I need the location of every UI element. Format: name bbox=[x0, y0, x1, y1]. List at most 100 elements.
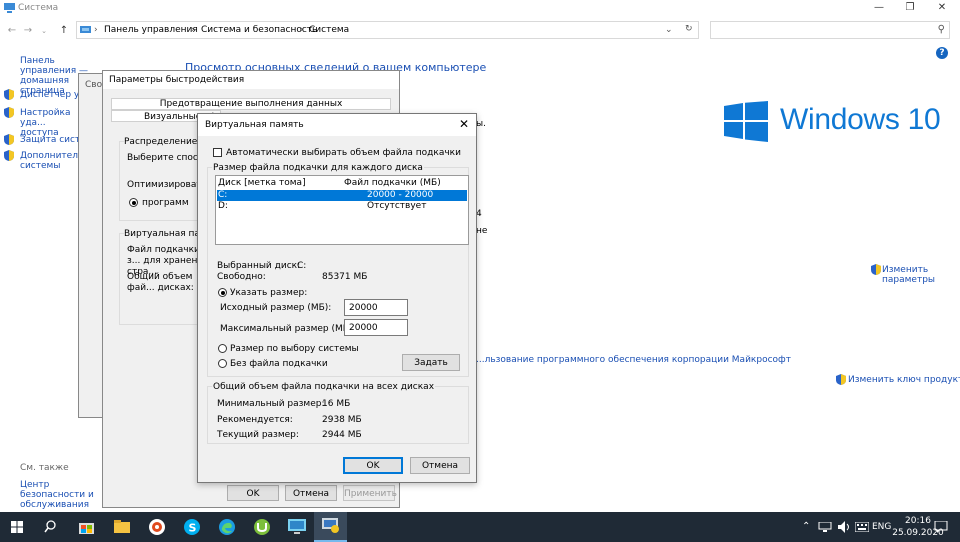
drive-row-d[interactable]: D: Отсутствует bbox=[217, 201, 467, 212]
max-size-input[interactable]: 20000 bbox=[344, 319, 408, 336]
auto-pagefile-checkbox[interactable] bbox=[213, 148, 222, 157]
drive-row-c[interactable]: C: 20000 - 20000 bbox=[217, 190, 467, 201]
obscured-text: ы. bbox=[476, 119, 486, 129]
refresh-icon[interactable]: ↻ bbox=[685, 24, 693, 34]
breadcrumb-item[interactable]: Система bbox=[309, 25, 349, 35]
virtual-memory-dialog: Виртуальная память ✕ Автоматически выбир… bbox=[197, 113, 477, 483]
selected-disk-value: C: bbox=[297, 261, 307, 271]
drive-letter: C: bbox=[218, 190, 228, 200]
help-icon[interactable]: ? bbox=[936, 47, 948, 59]
vm-titlebar: Виртуальная память ✕ bbox=[198, 114, 476, 136]
drive-letter: D: bbox=[218, 201, 228, 211]
skype-icon[interactable]: S bbox=[175, 512, 208, 542]
perf-title: Параметры быстродействия bbox=[109, 75, 245, 85]
system-managed-radio[interactable] bbox=[218, 344, 227, 353]
control-panel-icon bbox=[80, 26, 91, 33]
security-center-link[interactable]: Центр безопасности и обслуживания bbox=[20, 480, 105, 510]
clock-time[interactable]: 20:16 bbox=[903, 516, 933, 526]
tab-label: Предотвращение выполнения данных bbox=[159, 99, 343, 109]
breadcrumb-separator: › bbox=[300, 25, 304, 35]
custom-size-radio[interactable] bbox=[218, 288, 227, 297]
free-space-value: 85371 МБ bbox=[322, 272, 368, 282]
keyboard-icon[interactable] bbox=[855, 522, 869, 532]
minimize-button[interactable]: — bbox=[864, 0, 894, 17]
drive-pagefile-size: 20000 - 20000 bbox=[367, 190, 434, 200]
volume-icon[interactable] bbox=[838, 521, 850, 533]
notification-icon[interactable] bbox=[934, 521, 948, 533]
sidebar-item-device-manager[interactable]: Диспетчер устр... bbox=[4, 89, 104, 103]
initial-size-label: Исходный размер (МБ): bbox=[220, 303, 332, 313]
tab-dep[interactable]: Предотвращение выполнения данных bbox=[111, 98, 391, 110]
perf-ok-button[interactable]: OK bbox=[227, 485, 279, 501]
language-indicator[interactable]: ENG bbox=[872, 522, 891, 532]
set-button[interactable]: Задать bbox=[402, 354, 460, 371]
shield-icon bbox=[4, 134, 14, 145]
breadcrumb-item[interactable]: Панель управления bbox=[104, 25, 198, 35]
column-header-size: Файл подкачки (МБ) bbox=[344, 178, 441, 188]
shield-icon bbox=[871, 264, 881, 275]
change-settings-label: Изменить параметры bbox=[882, 265, 936, 285]
file-explorer-icon[interactable] bbox=[105, 512, 138, 542]
change-key-label: Изменить ключ продукта bbox=[848, 375, 960, 385]
min-size-label: Минимальный размер: bbox=[217, 399, 325, 409]
sidebar-item-label: Настройка уда... доступа bbox=[20, 108, 71, 138]
current-size-value: 2944 МБ bbox=[322, 430, 362, 440]
total-pagefile-group: Общий объем файла подкачки на всех диска… bbox=[207, 382, 469, 444]
close-icon[interactable]: ✕ bbox=[459, 117, 469, 131]
windows-logo: Windows 10 bbox=[724, 101, 941, 145]
drive-list[interactable]: Диск [метка тома] Файл подкачки (МБ) C: … bbox=[215, 175, 469, 245]
torrent-icon[interactable] bbox=[245, 512, 278, 542]
selected-disk-label: Выбранный диск: bbox=[217, 261, 301, 271]
sidebar-item-advanced[interactable]: Дополнительн... системы bbox=[4, 150, 98, 171]
no-pagefile-radio[interactable] bbox=[218, 359, 227, 368]
max-size-label: Максимальный размер (МБ): bbox=[220, 324, 356, 334]
auto-pagefile-label: Автоматически выбирать объем файла подка… bbox=[226, 148, 461, 158]
media-player-icon[interactable] bbox=[140, 512, 173, 542]
perf-apply-button[interactable]: Применить bbox=[343, 485, 397, 501]
programs-radio[interactable] bbox=[129, 198, 138, 207]
remote-desktop-icon[interactable] bbox=[280, 512, 313, 542]
store-icon[interactable] bbox=[70, 512, 103, 542]
change-settings-link[interactable]: Изменить параметры bbox=[871, 264, 935, 285]
close-window-button[interactable]: ✕ bbox=[927, 0, 957, 17]
sidebar-item-label: Дополнительн... системы bbox=[20, 151, 98, 171]
recommended-label: Рекомендуется: bbox=[217, 415, 293, 425]
obscured-text: не bbox=[476, 226, 488, 236]
windows-start-icon[interactable] bbox=[0, 512, 33, 542]
breadcrumb-separator: › bbox=[191, 25, 195, 35]
edge-icon[interactable] bbox=[210, 512, 243, 542]
drive-pagefile-size: Отсутствует bbox=[367, 201, 427, 211]
sidebar-item-remote[interactable]: Настройка уда... доступа bbox=[4, 107, 71, 138]
address-bar[interactable]: › Панель управления › Система и безопасн… bbox=[76, 21, 699, 39]
license-terms-link[interactable]: ...льзование программного обеспечения ко… bbox=[476, 355, 791, 365]
recent-chevron-down-icon[interactable]: ⌄ bbox=[38, 27, 50, 35]
change-product-key-link[interactable]: Изменить ключ продукта bbox=[836, 374, 960, 388]
maximize-button[interactable]: ❐ bbox=[895, 0, 925, 17]
back-arrow-icon[interactable]: ← bbox=[6, 25, 18, 36]
vm-title: Виртуальная память bbox=[205, 120, 304, 130]
per-disk-group: Размер файла подкачки для каждого диска … bbox=[207, 163, 469, 377]
up-arrow-icon[interactable]: ↑ bbox=[58, 25, 70, 36]
sidebar-item-protection[interactable]: Защита систем... bbox=[4, 134, 101, 148]
free-space-label: Свободно: bbox=[217, 272, 266, 282]
dropdown-chevron-icon[interactable]: ⌄ bbox=[665, 25, 673, 35]
shield-icon bbox=[4, 107, 14, 118]
perf-cancel-button[interactable]: Отмена bbox=[285, 485, 337, 501]
search-icon[interactable] bbox=[33, 512, 66, 542]
svg-text:S: S bbox=[189, 522, 197, 535]
current-size-label: Текущий размер: bbox=[217, 430, 299, 440]
shield-icon bbox=[836, 374, 846, 385]
search-icon: ⚲ bbox=[937, 24, 945, 35]
perf-titlebar: Параметры быстродействия bbox=[103, 71, 399, 89]
vm-cancel-button[interactable]: Отмена bbox=[410, 457, 470, 474]
windows-logo-text: Windows 10 bbox=[780, 103, 941, 136]
network-icon[interactable] bbox=[818, 522, 832, 532]
breadcrumb-separator: › bbox=[94, 25, 98, 35]
forward-arrow-icon[interactable]: → bbox=[22, 25, 34, 36]
search-input[interactable]: ⚲ bbox=[710, 21, 950, 39]
system-settings-icon[interactable] bbox=[314, 512, 347, 542]
initial-size-input[interactable]: 20000 bbox=[344, 299, 408, 316]
vm-ok-button[interactable]: OK bbox=[343, 457, 403, 474]
show-hidden-icons-chevron-icon[interactable]: ⌃ bbox=[802, 521, 810, 532]
system-icon bbox=[4, 3, 15, 13]
